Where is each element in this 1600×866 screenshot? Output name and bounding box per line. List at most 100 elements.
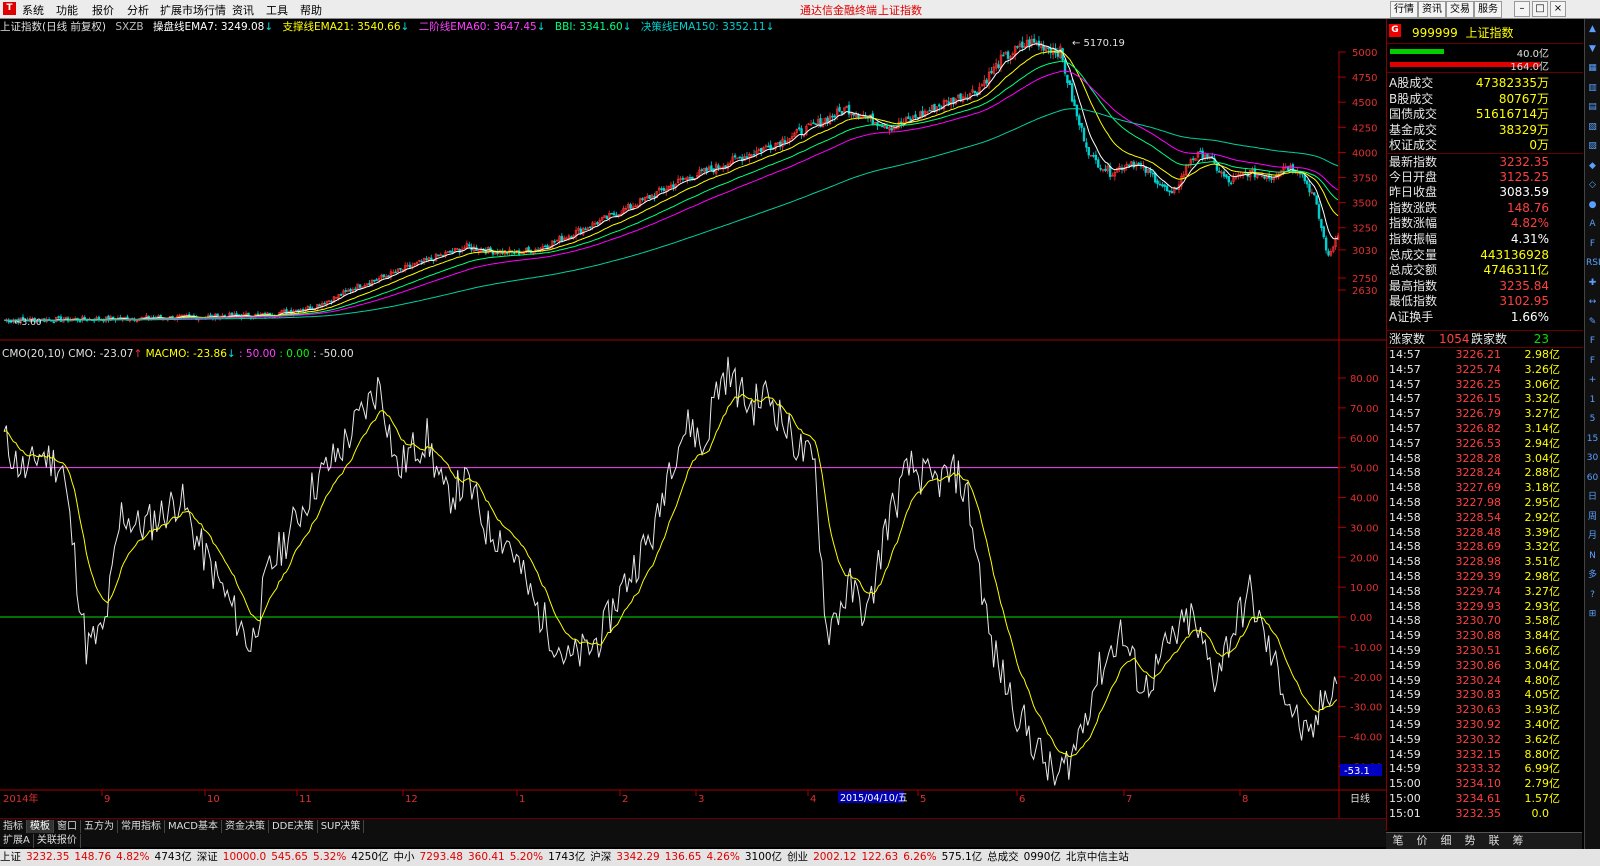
- side-tool-icon-12[interactable]: RSI: [1586, 257, 1600, 270]
- side-tool-icon-22[interactable]: 30: [1586, 452, 1599, 465]
- maximize-icon[interactable]: □: [1532, 1, 1548, 17]
- side-tool-icon-23[interactable]: 60: [1586, 472, 1599, 485]
- quote-row-3: 基金成交 38329万: [1387, 122, 1583, 138]
- side-tool-icon-16[interactable]: F: [1586, 335, 1599, 348]
- side-tool-icon-9[interactable]: ●: [1586, 199, 1599, 212]
- side-tool-icon-19[interactable]: 1: [1586, 394, 1599, 407]
- high-price-label: ← 5170.19: [1072, 38, 1125, 49]
- side-tool-icon-27[interactable]: N: [1586, 550, 1599, 563]
- side-tool-icon-1[interactable]: ▼: [1586, 43, 1599, 56]
- ind-tick-label-12: -40.00: [1350, 733, 1382, 744]
- candle-body: [57, 316, 60, 318]
- side-tool-icon-10[interactable]: A: [1586, 218, 1599, 231]
- side-tool-icon-15[interactable]: ✎: [1586, 316, 1599, 329]
- indicator-tab-8[interactable]: SUP决策: [318, 820, 365, 834]
- side-tool-icon-4[interactable]: ▤: [1586, 101, 1599, 114]
- quote-tab-4[interactable]: 联: [1482, 833, 1506, 849]
- menu-bar: T 系统 功能 报价 分析 扩展市场行情 资讯 工具 帮助 通达信金融终端 上证指数 行情 资讯交…: [0, 0, 1600, 19]
- tick-unit: 亿: [1549, 673, 1560, 687]
- tick-price: 3226.79: [1455, 407, 1502, 421]
- menu-item-6[interactable]: 工具: [266, 2, 288, 18]
- side-tool-icon-0[interactable]: ▲: [1586, 23, 1599, 36]
- menu-center-link-0[interactable]: 通达信金融终端: [800, 2, 877, 18]
- top-button-3[interactable]: 服务: [1474, 1, 1502, 18]
- menu-center-link-1[interactable]: 上证指数: [878, 2, 922, 18]
- side-tool-icon-26[interactable]: 月: [1586, 530, 1599, 543]
- candle-body: [700, 169, 704, 171]
- tick-unit: 亿: [1549, 540, 1560, 554]
- minimize-icon[interactable]: –: [1514, 1, 1530, 17]
- kline-chart[interactable]: 5000475045004250400037503500325030302750…: [0, 34, 1386, 819]
- indicator-tab-0[interactable]: 指标: [0, 820, 27, 834]
- tick-unit: 亿: [1549, 762, 1560, 776]
- quote-tab-0[interactable]: 笔: [1386, 833, 1410, 849]
- sub-tab-0[interactable]: 扩展A: [0, 834, 34, 848]
- side-tool-icon-7[interactable]: ◆: [1586, 160, 1599, 173]
- candle-body: [1085, 142, 1088, 148]
- ind-tick-label-6: 20.00: [1350, 553, 1379, 564]
- side-tool-icon-17[interactable]: F: [1586, 355, 1599, 368]
- indicator-tab-6[interactable]: 资金决策: [222, 820, 269, 834]
- sub-tab-1[interactable]: 关联报价: [34, 834, 81, 848]
- bbi-line: [4, 60, 1339, 321]
- menu-item-7[interactable]: 帮助: [300, 2, 322, 18]
- tick-unit: 亿: [1549, 555, 1560, 569]
- side-tool-icon-2[interactable]: ▦: [1586, 62, 1599, 75]
- tick-price: 3232.35: [1455, 806, 1502, 820]
- price-tick-label-8: 3030: [1352, 246, 1377, 257]
- side-tool-icon-25[interactable]: 周: [1586, 511, 1599, 524]
- tick-time: 14:59: [1389, 688, 1421, 702]
- quote-tab-2[interactable]: 细: [1434, 833, 1458, 849]
- line0-label: : 0.00: [279, 348, 310, 360]
- side-tool-icon-30[interactable]: ⊞: [1586, 608, 1599, 621]
- side-tool-icon-11[interactable]: F: [1586, 238, 1599, 251]
- quote-tab-3[interactable]: 势: [1458, 833, 1482, 849]
- menu-item-5[interactable]: 资讯: [232, 2, 254, 18]
- quote-tab-1[interactable]: 价: [1410, 833, 1434, 849]
- menu-item-1[interactable]: 功能: [56, 2, 78, 18]
- menu-item-4[interactable]: 扩展市场行情: [160, 2, 226, 18]
- tick-row-14: 14:58 3228.98 3.51 亿: [1387, 554, 1583, 569]
- tick-row-5: 14:57 3226.82 3.14 亿: [1387, 421, 1583, 436]
- candle-body: [826, 117, 829, 123]
- indicator-tab-4[interactable]: 常用指标: [118, 820, 165, 834]
- side-tool-icon-13[interactable]: ✚: [1586, 277, 1599, 290]
- top-button-2[interactable]: 交易: [1446, 1, 1474, 18]
- menu-item-3[interactable]: 分析: [127, 2, 149, 18]
- side-tool-icon-5[interactable]: ▧: [1586, 121, 1599, 134]
- side-tool-icon-14[interactable]: ↔: [1586, 296, 1599, 309]
- tick-amount: 1.57: [1524, 792, 1550, 805]
- indicator-tab-5[interactable]: MACD基本: [165, 820, 222, 834]
- side-tool-icon-29[interactable]: ?: [1586, 589, 1599, 602]
- quote-tab-5[interactable]: 筹: [1506, 833, 1530, 849]
- side-tool-icon-3[interactable]: ▥: [1586, 82, 1599, 95]
- indicator-tab-3[interactable]: 五方为: [81, 820, 118, 834]
- status-item-13: 5.20%: [509, 851, 544, 863]
- tick-row-28: 14:59 3233.32 6.99 亿: [1387, 761, 1583, 776]
- indicator-tab-2[interactable]: 窗口: [54, 820, 81, 834]
- tick-row-3: 14:57 3226.15 3.32 亿: [1387, 391, 1583, 406]
- top-button-0[interactable]: 行情: [1390, 1, 1418, 18]
- top-button-1[interactable]: 资讯: [1418, 1, 1446, 18]
- candle-body: [738, 156, 742, 159]
- indicator-tab-7[interactable]: DDE决策: [269, 820, 318, 834]
- side-tool-icon-20[interactable]: 5: [1586, 413, 1599, 426]
- candle-body: [354, 288, 357, 291]
- menu-item-2[interactable]: 报价: [92, 2, 114, 18]
- tick-amount: 2.98: [1524, 570, 1550, 583]
- candle-body: [1094, 154, 1098, 161]
- side-tool-icon-28[interactable]: 多: [1586, 569, 1599, 582]
- indicator-tab-1[interactable]: 模板: [27, 820, 54, 834]
- tick-row-21: 14:59 3230.86 3.04 亿: [1387, 658, 1583, 673]
- tick-amount: 2.93: [1524, 599, 1550, 613]
- side-tool-icon-24[interactable]: 日: [1586, 491, 1599, 504]
- side-tool-icon-6[interactable]: ▨: [1586, 140, 1599, 153]
- close-icon[interactable]: ×: [1550, 1, 1566, 17]
- side-tool-icon-18[interactable]: +: [1586, 374, 1599, 387]
- side-tool-icon-21[interactable]: 15: [1586, 433, 1599, 446]
- line50-label: : 50.00: [239, 348, 276, 360]
- period-label[interactable]: 日线: [1350, 792, 1370, 805]
- side-tool-icon-8[interactable]: ◇: [1586, 179, 1599, 192]
- tick-amount: 6.99: [1524, 762, 1550, 776]
- menu-item-0[interactable]: 系统: [22, 2, 44, 18]
